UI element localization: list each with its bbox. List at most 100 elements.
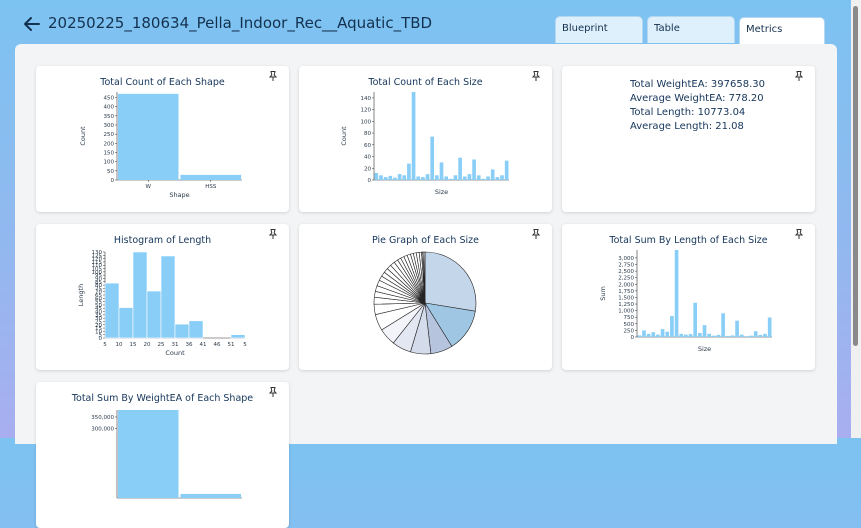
bar — [725, 335, 730, 337]
bar — [467, 174, 472, 180]
bar — [379, 175, 383, 180]
y-tick-label: 150 — [104, 151, 115, 157]
y-tick-label: 140 — [361, 96, 372, 102]
y-tick-label: 1,750 — [618, 289, 634, 295]
y-tick-label: 300,000 — [91, 427, 114, 433]
bar — [430, 136, 435, 180]
bar — [174, 323, 190, 339]
tab-blueprint[interactable]: Blueprint — [555, 16, 643, 43]
metric-average-weight: Average WeightEA: 778.20 — [630, 93, 764, 104]
bar — [481, 178, 486, 180]
bar — [180, 174, 241, 180]
bar — [393, 177, 397, 180]
bar — [118, 93, 179, 180]
y-axis-label: Length — [77, 284, 85, 306]
y-tick-label: 250 — [104, 132, 115, 138]
y-axis-label: Count — [340, 126, 348, 146]
bar — [665, 331, 670, 337]
bar — [674, 250, 679, 337]
tab-table[interactable]: Table — [647, 16, 735, 43]
y-tick-label: 2,500 — [618, 269, 634, 275]
dashboard-content: Total Count of Each Shape 0 50 100 150 200 25… — [15, 44, 837, 528]
bar — [660, 329, 665, 337]
y-tick-label: 100 — [361, 119, 372, 125]
bar — [693, 302, 698, 337]
pie-slice — [424, 251, 477, 312]
x-tick-label: 15 — [130, 342, 137, 348]
chart-shape-count: 0 50 100 150 200 250 300 350 400 450 W HSS Shape Coun… — [79, 92, 242, 199]
bar — [118, 410, 179, 498]
bar — [749, 335, 753, 337]
bar — [458, 157, 462, 180]
bar — [495, 177, 500, 180]
page-title: 20250225_180634_Pella_Indoor_Rec__Aquati… — [48, 14, 433, 32]
y-tick-label: 250 — [624, 328, 635, 334]
card-size-count: Total Count of Each Size 0 20 40 60 80 100 120… — [299, 66, 552, 212]
bar — [425, 174, 430, 180]
y-tick-label: 3,000 — [618, 256, 634, 262]
scrollbar-thumb[interactable] — [853, 6, 858, 346]
y-tick-label: 0 — [111, 178, 115, 184]
bar — [421, 177, 425, 180]
bar — [744, 336, 749, 337]
back-arrow-icon[interactable] — [22, 14, 42, 34]
x-tick-label: W — [146, 184, 152, 190]
x-tick-label: 5 — [103, 342, 107, 348]
bar — [490, 169, 495, 180]
bar — [188, 320, 204, 339]
bar — [504, 160, 509, 180]
y-tick-label: 450 — [104, 96, 115, 102]
bar — [146, 290, 162, 339]
bar — [684, 334, 688, 337]
pin-icon[interactable] — [793, 70, 805, 82]
bar — [739, 334, 744, 337]
y-tick-label: 200 — [104, 141, 115, 147]
y-tick-label: 100 — [104, 160, 115, 166]
bar — [402, 175, 407, 180]
x-tick-label: 31 — [172, 342, 179, 348]
x-axis-label: Size — [698, 345, 711, 353]
y-axis-label: Sum — [599, 286, 607, 301]
y-tick-label: 130 — [92, 250, 103, 256]
chart-size-pie — [373, 251, 477, 355]
bar — [651, 332, 656, 337]
y-tick-label: 60 — [364, 143, 371, 149]
bar — [721, 313, 725, 337]
y-axis-label: Count — [79, 126, 87, 146]
metric-average-length: Average Length: 21.08 — [630, 121, 744, 132]
y-tick-label: 120 — [361, 108, 372, 114]
bar — [388, 175, 393, 180]
bar — [411, 92, 416, 180]
y-tick-label: 1,500 — [618, 295, 634, 301]
bar — [702, 325, 707, 337]
bar — [679, 333, 684, 337]
bar — [439, 162, 444, 180]
bar — [763, 333, 767, 337]
bar — [462, 176, 467, 180]
bar — [767, 317, 772, 337]
y-tick-label: 1,250 — [618, 302, 634, 308]
card-weight-sum: Total Sum By WeightEA of Each Shape 300,… — [36, 382, 289, 528]
y-tick-label: 40 — [364, 155, 371, 161]
bar — [435, 175, 439, 180]
chart-size-count: 0 20 40 60 80 100 120 140 Size Count — [340, 92, 509, 196]
bar — [444, 176, 448, 180]
bar — [416, 176, 421, 180]
bar — [180, 493, 241, 498]
metrics-list: Total WeightEA: 397658.30 Average Weight… — [630, 78, 765, 134]
bar — [230, 334, 246, 339]
y-tick-label: 2,250 — [618, 276, 634, 282]
card-size-pie: Pie Graph of Each Size — [299, 224, 552, 370]
metric-total-weight: Total WeightEA: 397658.30 — [630, 79, 765, 90]
y-tick-label: 80 — [364, 131, 371, 137]
y-tick-label: 50 — [107, 169, 114, 175]
bar — [500, 175, 504, 180]
chart-weight-sum: 300,000 350,000 — [91, 410, 242, 499]
metric-total-length: Total Length: 10773.04 — [630, 107, 746, 118]
y-tick-label: 500 — [624, 322, 635, 328]
y-tick-label: 20 — [364, 166, 371, 172]
card-metrics-summary: Total WeightEA: 397658.30 Average Weight… — [562, 66, 815, 212]
bar — [160, 255, 176, 339]
tab-metrics[interactable]: Metrics — [739, 17, 825, 46]
x-tick-label: HSS — [205, 184, 217, 190]
